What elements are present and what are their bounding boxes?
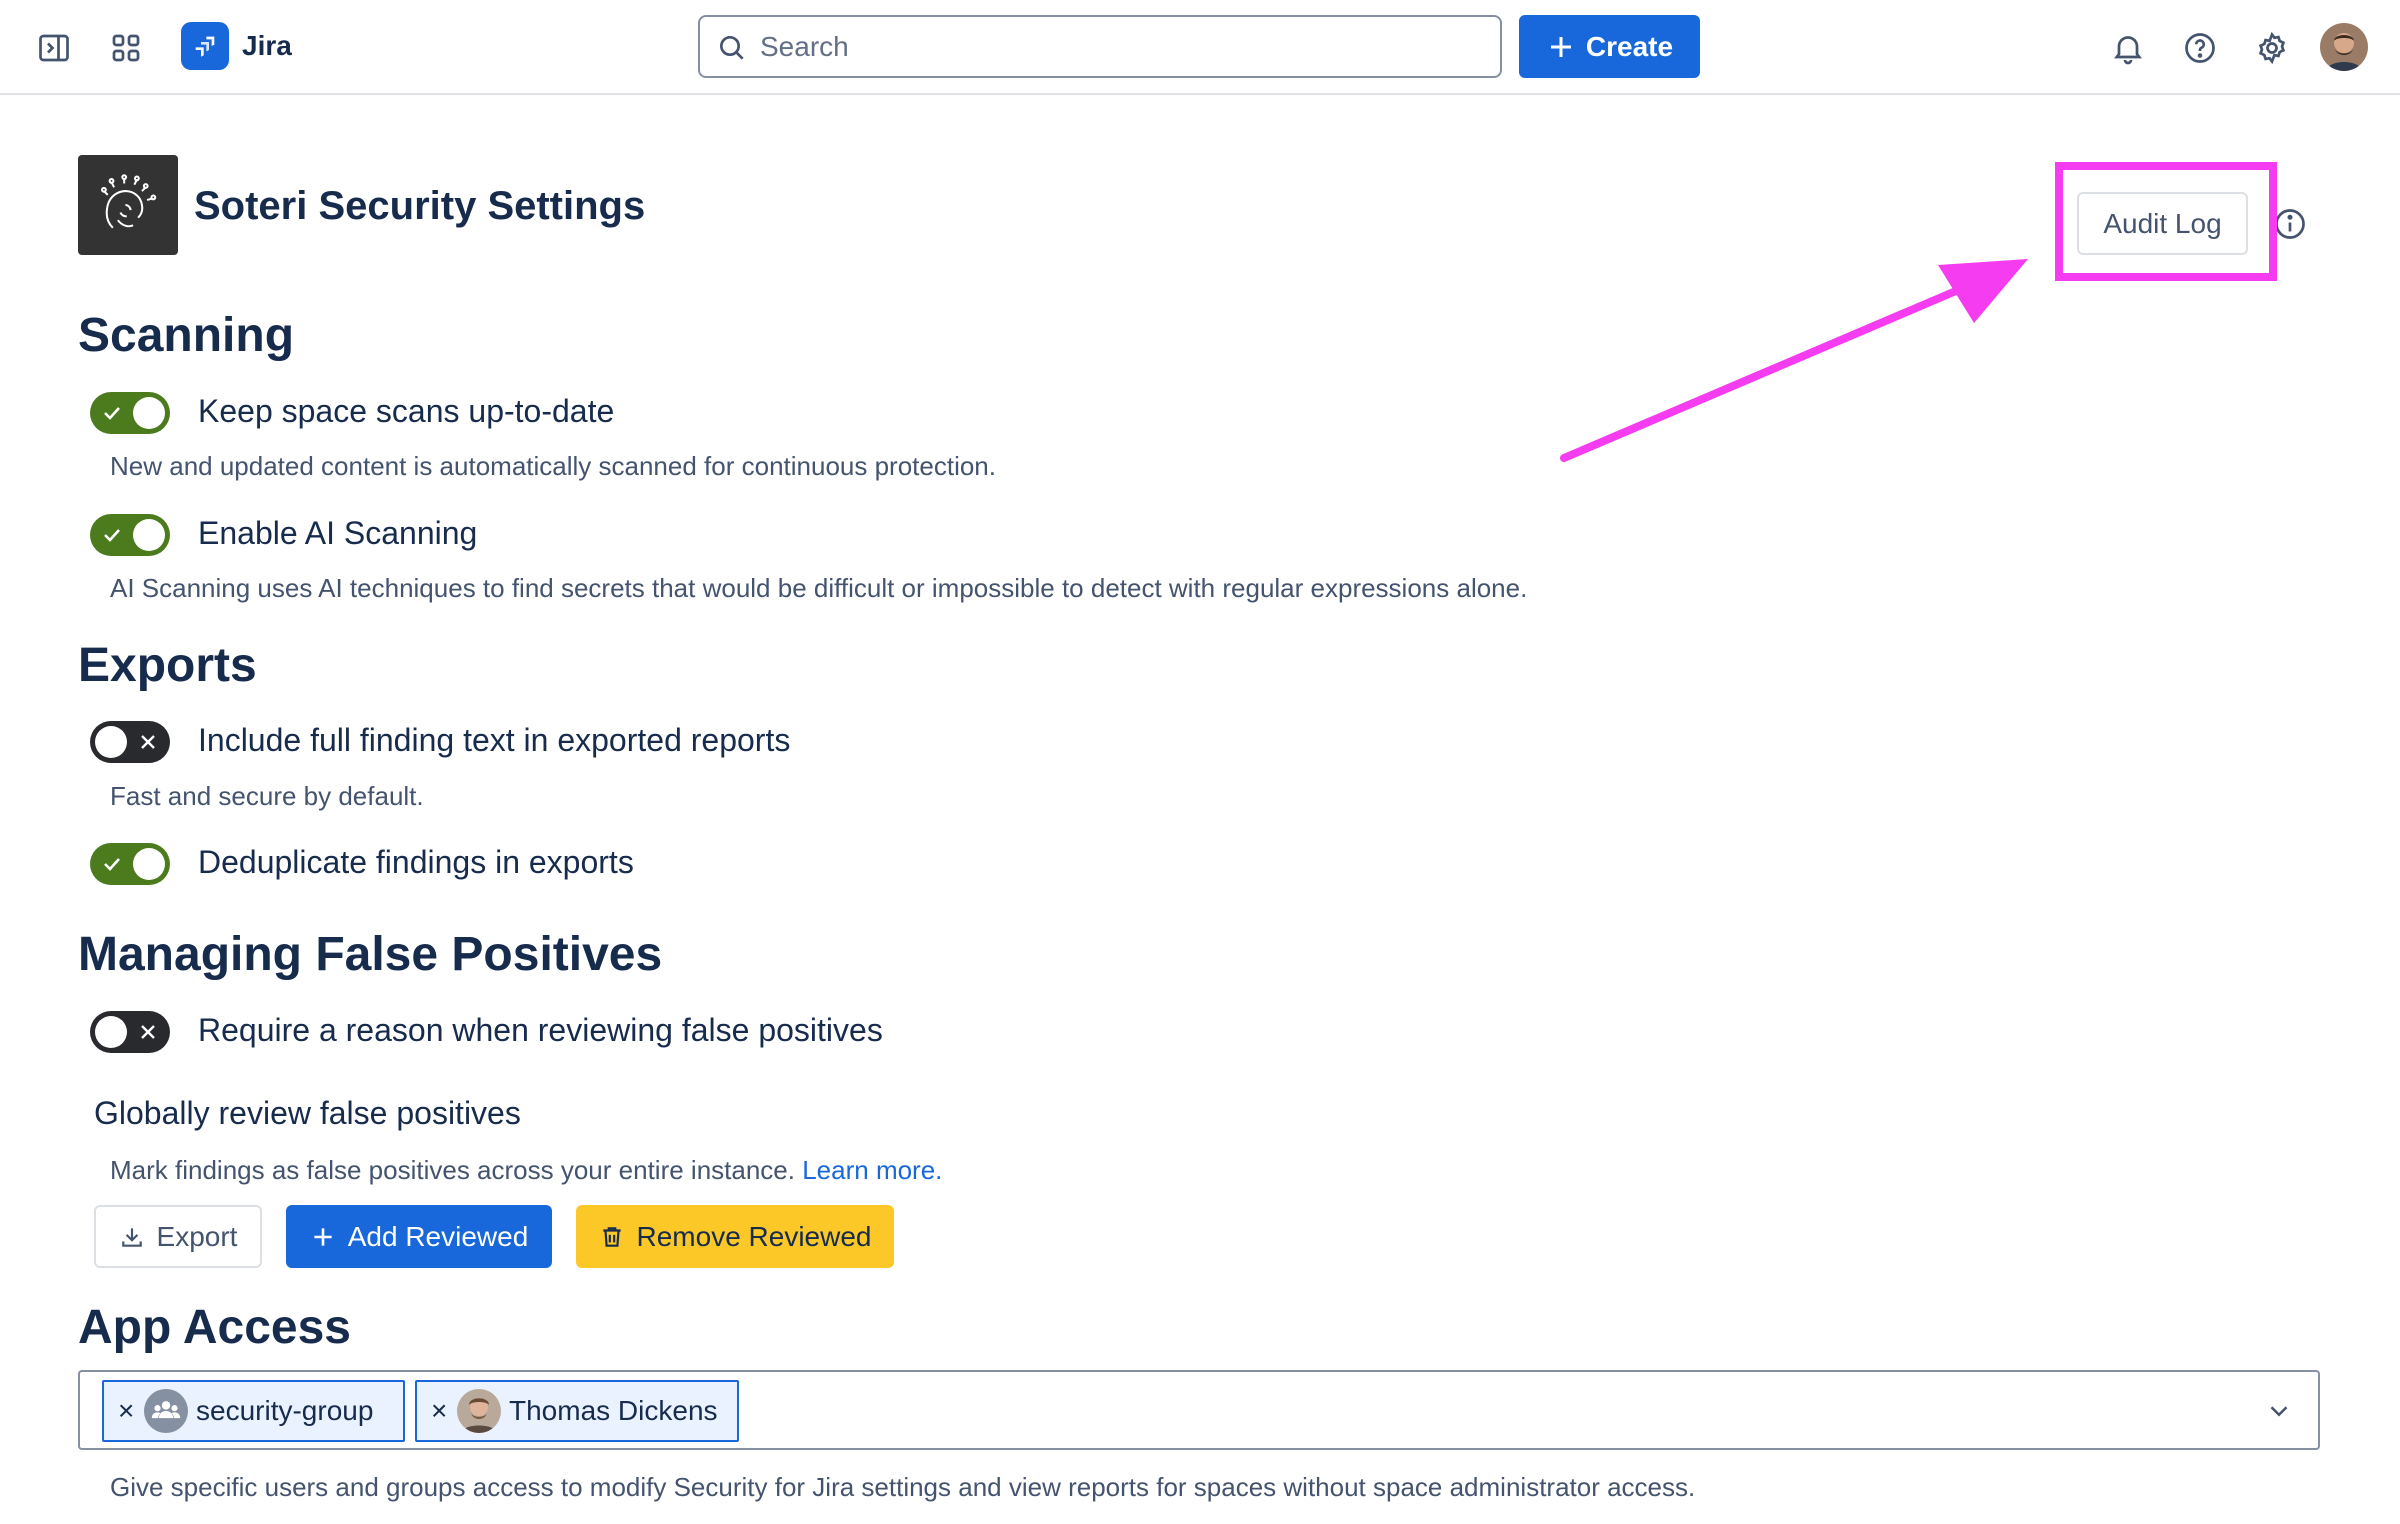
section-title-exports: Exports bbox=[78, 639, 257, 692]
info-icon[interactable] bbox=[2272, 206, 2308, 242]
trash-icon bbox=[602, 1226, 621, 1247]
annotation-highlight-box bbox=[2055, 162, 2277, 281]
help-icon[interactable] bbox=[2180, 28, 2220, 68]
access-chip-group: × security-group bbox=[102, 1380, 405, 1442]
toggle-require-reason[interactable] bbox=[90, 1011, 170, 1053]
top-navigation: Jira Create bbox=[0, 0, 2400, 95]
toggle-description: New and updated content is automatically… bbox=[110, 451, 996, 481]
close-icon bbox=[141, 735, 155, 749]
search-field[interactable] bbox=[698, 15, 1502, 78]
learn-more-link[interactable]: Learn more. bbox=[802, 1155, 942, 1185]
access-chip-user: × Thomas Dickens bbox=[415, 1380, 739, 1442]
toggle-label: Keep space scans up-to-date bbox=[198, 393, 615, 429]
toggle-label: Deduplicate findings in exports bbox=[198, 844, 634, 880]
remove-chip-icon[interactable]: × bbox=[431, 1395, 453, 1427]
close-icon bbox=[141, 1025, 155, 1039]
app-access-description: Give specific users and groups access to… bbox=[110, 1472, 1696, 1502]
toggle-deduplicate-findings[interactable] bbox=[90, 843, 170, 885]
toggle-label: Include full finding text in exported re… bbox=[198, 722, 791, 758]
plus-icon bbox=[1550, 36, 1571, 57]
toggle-keep-scans-up-to-date[interactable] bbox=[90, 392, 170, 434]
page-title: Soteri Security Settings bbox=[194, 184, 646, 228]
app-access-select[interactable]: × security-group × Thomas Dickens bbox=[78, 1370, 2320, 1450]
access-chip-label: security-group bbox=[196, 1395, 374, 1426]
toggle-label: Require a reason when reviewing false po… bbox=[198, 1012, 883, 1048]
sidebar-toggle-icon[interactable] bbox=[34, 28, 74, 68]
chevron-down-icon[interactable] bbox=[2264, 1396, 2294, 1426]
annotation-arrow bbox=[1560, 259, 2028, 462]
check-icon bbox=[104, 407, 120, 420]
user-chip-avatar bbox=[457, 1389, 501, 1433]
global-review-description-text: Mark findings as false positives across … bbox=[110, 1155, 795, 1185]
app-switcher-icon[interactable] bbox=[106, 28, 146, 68]
user-avatar[interactable] bbox=[2320, 23, 2368, 71]
toggle-enable-ai-scanning[interactable] bbox=[90, 514, 170, 556]
toggle-description: AI Scanning uses AI techniques to find s… bbox=[110, 573, 1528, 603]
plus-icon bbox=[314, 1227, 332, 1246]
add-reviewed-button[interactable]: Add Reviewed bbox=[286, 1205, 552, 1268]
remove-reviewed-button[interactable]: Remove Reviewed bbox=[576, 1205, 894, 1268]
access-chip-label: Thomas Dickens bbox=[509, 1395, 718, 1426]
remove-reviewed-button-label: Remove Reviewed bbox=[636, 1220, 872, 1252]
toggle-description: Fast and secure by default. bbox=[110, 781, 424, 811]
section-title-scanning: Scanning bbox=[78, 309, 295, 362]
global-review-description: Mark findings as false positives across … bbox=[110, 1155, 942, 1186]
export-button-label: Export bbox=[156, 1220, 238, 1252]
jira-logo-icon[interactable] bbox=[181, 22, 229, 70]
add-reviewed-button-label: Add Reviewed bbox=[347, 1220, 529, 1252]
create-button[interactable]: Create bbox=[1519, 15, 1700, 78]
section-title-app-access: App Access bbox=[78, 1301, 351, 1354]
toggle-label: Enable AI Scanning bbox=[198, 515, 478, 551]
section-title-false-positives: Managing False Positives bbox=[78, 928, 663, 981]
bell-icon[interactable] bbox=[2108, 28, 2148, 68]
gear-icon[interactable] bbox=[2252, 28, 2292, 68]
toggle-include-full-finding-text[interactable] bbox=[90, 721, 170, 763]
group-icon bbox=[144, 1389, 188, 1433]
remove-chip-icon[interactable]: × bbox=[118, 1395, 140, 1427]
create-button-label: Create bbox=[1585, 30, 1674, 62]
check-icon bbox=[104, 529, 120, 542]
download-icon bbox=[121, 1227, 142, 1247]
app-name[interactable]: Jira bbox=[242, 30, 292, 62]
search-icon bbox=[720, 36, 744, 60]
check-icon bbox=[104, 858, 120, 871]
export-button[interactable]: Export bbox=[94, 1205, 262, 1268]
soteri-logo bbox=[78, 155, 178, 255]
search-input[interactable] bbox=[760, 27, 1480, 67]
global-review-heading: Globally review false positives bbox=[94, 1095, 521, 1131]
